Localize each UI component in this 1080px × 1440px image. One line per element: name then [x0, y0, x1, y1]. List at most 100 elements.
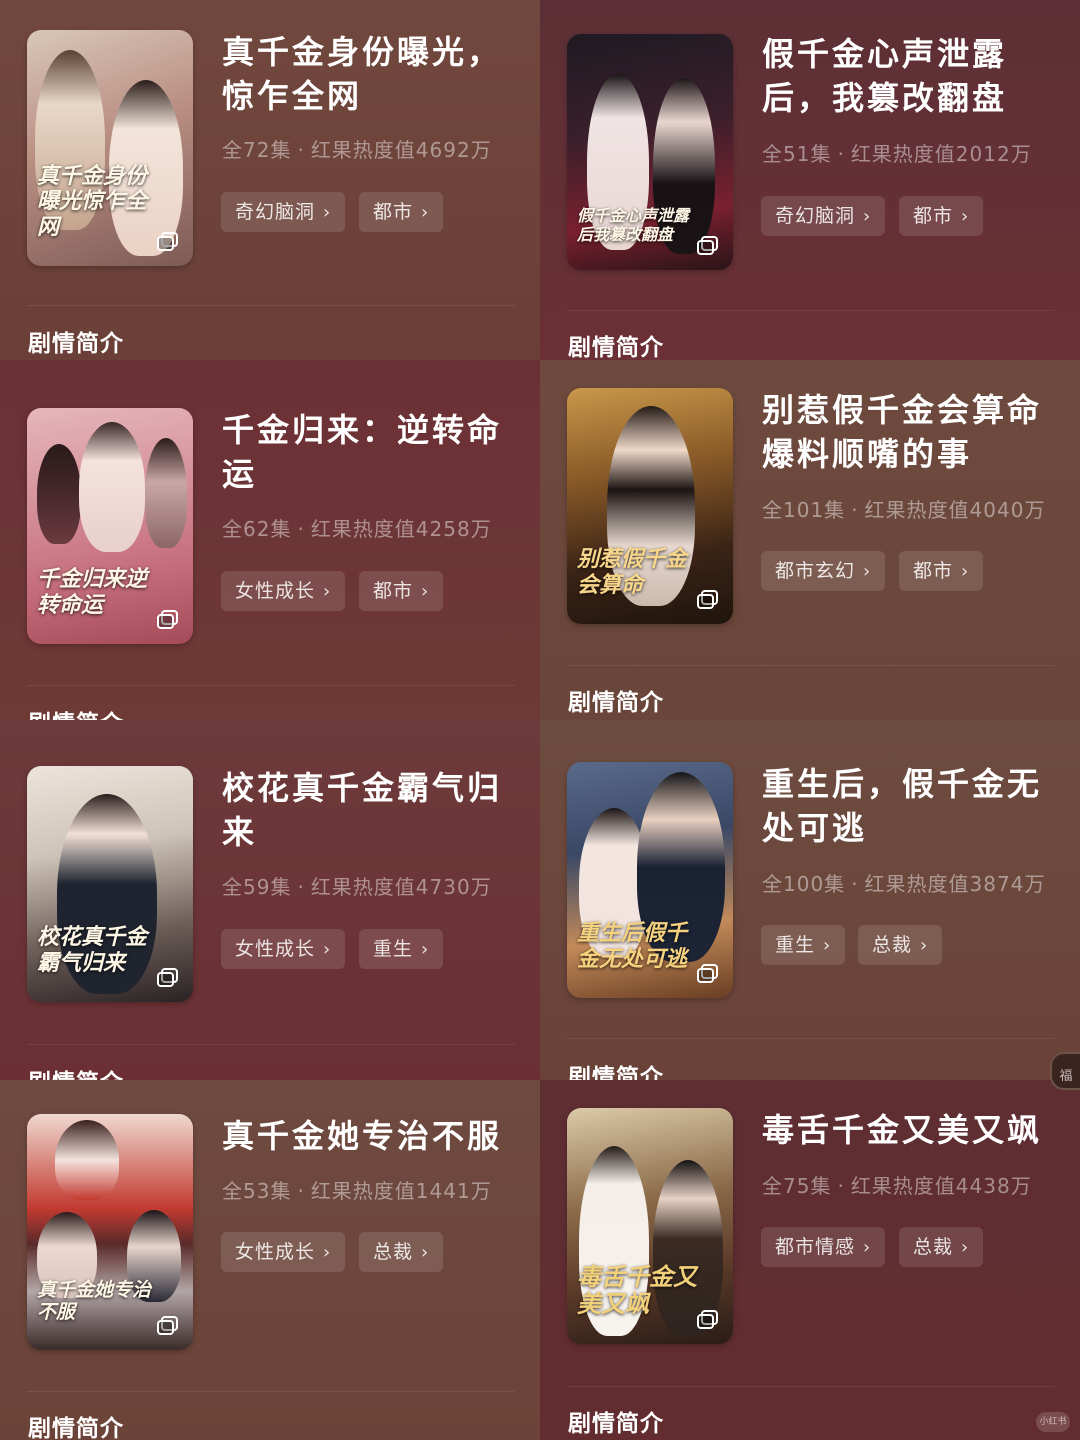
- drama-cover[interactable]: 校花真千金霸气归来: [27, 766, 193, 1002]
- drama-title[interactable]: 校花真千金霸气归来: [222, 766, 512, 854]
- heat-value: 红果热度值3874万: [864, 872, 1046, 896]
- floating-side-tab[interactable]: 福: [1050, 1052, 1080, 1090]
- tag-label: 重生: [373, 938, 414, 960]
- genre-tag[interactable]: 重生 ›: [359, 929, 444, 969]
- cover-title: 真千金她专治不服: [37, 1279, 152, 1324]
- cover-title: 校花真千金霸气归来: [37, 924, 148, 976]
- divider: [567, 665, 1055, 666]
- tag-label: 奇幻脑洞: [235, 201, 316, 223]
- episode-count: 全72集: [222, 138, 292, 162]
- tag-label: 重生: [775, 934, 816, 956]
- meta-separator: ·: [851, 498, 859, 522]
- drama-title[interactable]: 假千金心声泄露后，我篡改翻盘: [762, 32, 1027, 120]
- drama-meta: 全72集 · 红果热度值4692万: [222, 134, 492, 163]
- drama-meta: 全53集 · 红果热度值1441万: [222, 1175, 492, 1204]
- episode-count: 全59集: [222, 875, 292, 899]
- cover-title: 毒舌千金又美又飒: [577, 1261, 697, 1319]
- drama-title[interactable]: 千金归来：逆转命运: [222, 408, 512, 496]
- episode-count: 全100集: [762, 872, 846, 896]
- drama-title[interactable]: 真千金身份曝光，惊乍全网: [222, 30, 512, 118]
- genre-tag[interactable]: 都市情感 ›: [761, 1227, 886, 1267]
- genre-tag[interactable]: 奇幻脑洞 ›: [221, 192, 346, 232]
- drama-grid: 真千金身份曝光惊乍全网 真千金身份曝光，惊乍全网 全72集 · 红果热度值4692万…: [0, 0, 1080, 1440]
- heat-value: 红果热度值1441万: [310, 1179, 492, 1203]
- drama-card[interactable]: 别惹假千金会算命 别惹假千金会算命爆料顺嘴的事 全101集 · 红果热度值4040万…: [540, 360, 1080, 720]
- cover-title: 千金归来逆转命运: [37, 566, 148, 618]
- copy-icon: [157, 232, 178, 251]
- tag-label: 总裁: [913, 1236, 954, 1258]
- episode-count: 全51集: [762, 142, 832, 166]
- chevron-right-icon: ›: [863, 1237, 872, 1258]
- episode-count: 全62集: [222, 517, 292, 541]
- drama-cover[interactable]: 真千金她专治不服: [27, 1114, 193, 1350]
- chevron-right-icon: ›: [421, 939, 430, 960]
- drama-cover[interactable]: 假千金心声泄露后我篡改翻盘: [567, 34, 733, 270]
- tag-label: 都市: [373, 201, 414, 223]
- chevron-right-icon: ›: [323, 202, 332, 223]
- cover-figure: [37, 444, 81, 544]
- drama-card[interactable]: 千金归来逆转命运 千金归来：逆转命运 全62集 · 红果热度值4258万 女性成长 ›…: [0, 360, 540, 720]
- chevron-right-icon: ›: [961, 561, 970, 582]
- meta-separator: ·: [851, 872, 859, 896]
- genre-tag[interactable]: 都市 ›: [359, 571, 444, 611]
- genre-tag[interactable]: 总裁 ›: [899, 1227, 984, 1267]
- cover-figure: [145, 438, 187, 548]
- drama-title[interactable]: 毒舌千金又美又飒: [762, 1108, 1062, 1152]
- drama-card[interactable]: 真千金她专治不服 真千金她专治不服 全53集 · 红果热度值1441万 女性成长 › …: [0, 1080, 540, 1440]
- episode-count: 全75集: [762, 1174, 832, 1198]
- genre-tag[interactable]: 总裁 ›: [359, 1232, 444, 1272]
- genre-tag[interactable]: 都市 ›: [899, 551, 984, 591]
- heat-value: 红果热度值4258万: [310, 517, 492, 541]
- drama-card[interactable]: 毒舌千金又美又飒 毒舌千金又美又飒 全75集 · 红果热度值4438万 都市情感 › …: [540, 1080, 1080, 1440]
- genre-tag[interactable]: 女性成长 ›: [221, 1232, 346, 1272]
- tag-label: 都市情感: [775, 1236, 856, 1258]
- copy-icon: [697, 590, 718, 609]
- synopsis-heading[interactable]: 剧情简介: [568, 1404, 664, 1438]
- synopsis-heading[interactable]: 剧情简介: [568, 683, 664, 717]
- copy-icon: [697, 1310, 718, 1329]
- copy-icon: [157, 968, 178, 987]
- drama-cover[interactable]: 真千金身份曝光惊乍全网: [27, 30, 193, 266]
- cover-figure: [55, 1120, 119, 1200]
- drama-cover[interactable]: 别惹假千金会算命: [567, 388, 733, 624]
- drama-meta: 全59集 · 红果热度值4730万: [222, 871, 492, 900]
- drama-title[interactable]: 真千金她专治不服: [222, 1114, 522, 1158]
- meta-separator: ·: [297, 517, 305, 541]
- genre-tag[interactable]: 重生 ›: [761, 925, 846, 965]
- chevron-right-icon: ›: [863, 561, 872, 582]
- genre-tag[interactable]: 女性成长 ›: [221, 929, 346, 969]
- drama-cover[interactable]: 重生后假千金无处可逃: [567, 762, 733, 998]
- drama-title[interactable]: 重生后，假千金无处可逃: [762, 762, 1042, 850]
- genre-tag[interactable]: 都市 ›: [899, 196, 984, 236]
- chevron-right-icon: ›: [323, 939, 332, 960]
- synopsis-heading[interactable]: 剧情简介: [568, 1058, 664, 1080]
- genre-tag[interactable]: 都市玄幻 ›: [761, 551, 886, 591]
- synopsis-heading[interactable]: 剧情简介: [568, 328, 664, 360]
- heat-value: 红果热度值4040万: [864, 498, 1046, 522]
- genre-tag[interactable]: 总裁 ›: [858, 925, 943, 965]
- tag-label: 女性成长: [235, 580, 316, 602]
- synopsis-heading[interactable]: 剧情简介: [28, 1409, 124, 1440]
- chevron-right-icon: ›: [421, 202, 430, 223]
- tag-label: 都市玄幻: [775, 560, 856, 582]
- divider: [27, 1044, 515, 1045]
- genre-tag[interactable]: 女性成长 ›: [221, 571, 346, 611]
- meta-separator: ·: [837, 142, 845, 166]
- drama-card[interactable]: 校花真千金霸气归来 校花真千金霸气归来 全59集 · 红果热度值4730万 女性成长…: [0, 720, 540, 1080]
- drama-title[interactable]: 别惹假千金会算命爆料顺嘴的事: [762, 388, 1052, 476]
- drama-card[interactable]: 重生后假千金无处可逃 重生后，假千金无处可逃 全100集 · 红果热度值3874万 …: [540, 720, 1080, 1080]
- drama-meta: 全101集 · 红果热度值4040万: [762, 494, 1045, 523]
- synopsis-heading[interactable]: 剧情简介: [28, 1063, 124, 1080]
- synopsis-heading[interactable]: 剧情简介: [28, 324, 124, 358]
- genre-tag[interactable]: 奇幻脑洞 ›: [761, 196, 886, 236]
- episode-count: 全101集: [762, 498, 846, 522]
- genre-tag[interactable]: 都市 ›: [359, 192, 444, 232]
- divider: [567, 310, 1055, 311]
- drama-card[interactable]: 真千金身份曝光惊乍全网 真千金身份曝光，惊乍全网 全72集 · 红果热度值4692万…: [0, 0, 540, 360]
- drama-card[interactable]: 假千金心声泄露后我篡改翻盘 假千金心声泄露后，我篡改翻盘 全51集 · 红果热度值2…: [540, 0, 1080, 360]
- drama-cover[interactable]: 千金归来逆转命运: [27, 408, 193, 644]
- drama-cover[interactable]: 毒舌千金又美又飒: [567, 1108, 733, 1344]
- meta-separator: ·: [837, 1174, 845, 1198]
- tag-label: 女性成长: [235, 938, 316, 960]
- synopsis-heading[interactable]: 剧情简介: [28, 704, 124, 720]
